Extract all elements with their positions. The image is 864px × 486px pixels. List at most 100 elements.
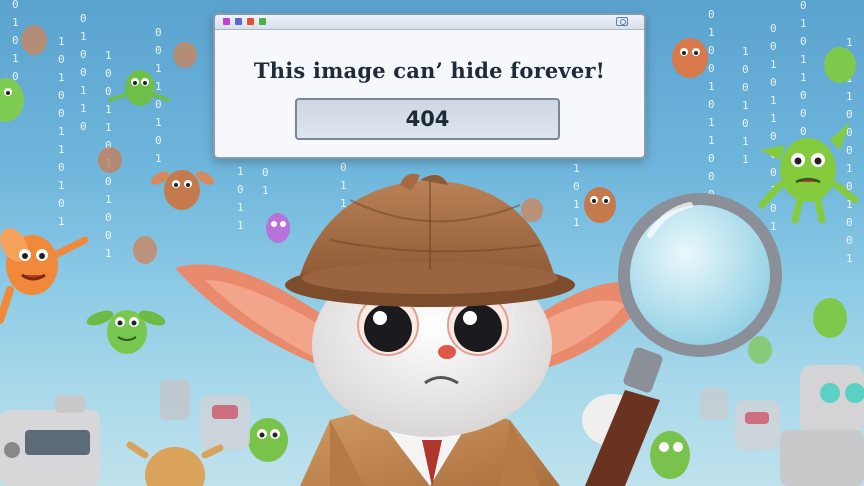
binary-digit: 0: [708, 170, 715, 183]
app-icon: [223, 18, 230, 25]
binary-digit: 1: [573, 198, 580, 211]
binary-digit: 1: [12, 52, 19, 65]
binary-digit: 0: [105, 85, 112, 98]
binary-digit: 0: [105, 175, 112, 188]
gremlin-topright-orange: [672, 38, 708, 78]
binary-digit: 0: [770, 76, 777, 89]
maximize-icon[interactable]: [616, 17, 628, 26]
binary-digit: 1: [105, 193, 112, 206]
binary-digit: 0: [846, 144, 853, 157]
binary-digit: 1: [237, 201, 244, 214]
binary-digit: 0: [80, 66, 87, 79]
gremlin-green-leftedge: [0, 78, 24, 122]
binary-digit: 0: [80, 12, 87, 25]
binary-digit: 1: [770, 94, 777, 107]
binary-digit: 1: [155, 116, 162, 129]
binary-digit: 1: [237, 165, 244, 178]
binary-digit: 0: [846, 234, 853, 247]
binary-digit: 0: [800, 125, 807, 138]
binary-digit: 1: [770, 58, 777, 71]
gremlin-bottom-left-tan: [126, 441, 224, 486]
gremlin-brown-1: [150, 170, 215, 210]
binary-digit: 1: [573, 162, 580, 175]
binary-digit: 0: [770, 166, 777, 179]
binary-digit: 1: [58, 71, 65, 84]
binary-digit: 0: [708, 62, 715, 75]
binary-digit: 0: [708, 44, 715, 57]
binary-digit: 0: [800, 35, 807, 48]
binary-digit: 1: [58, 35, 65, 48]
binary-digit: 1: [155, 152, 162, 165]
binary-digit: 0: [105, 211, 112, 224]
binary-digit: 1: [58, 143, 65, 156]
binary-digit: 0: [846, 216, 853, 229]
binary-digit: 1: [800, 17, 807, 30]
binary-digit: 0: [770, 22, 777, 35]
binary-digit: 1: [573, 216, 580, 229]
binary-digit: 1: [58, 215, 65, 228]
binary-digit: 0: [237, 183, 244, 196]
binary-digit: 0: [340, 161, 347, 174]
binary-digit: 0: [573, 180, 580, 193]
binary-digit: 0: [770, 130, 777, 143]
binary-digit: 1: [742, 135, 749, 148]
binary-digit: 1: [262, 184, 269, 197]
binary-digit: 1: [708, 26, 715, 39]
gremlin-orange-left: [0, 228, 89, 324]
binary-digit: 1: [58, 125, 65, 138]
binary-digit: 1: [708, 116, 715, 129]
binary-digit: 1: [708, 80, 715, 93]
dialog-titlebar: [215, 15, 644, 30]
robot-bottom-right: [780, 365, 864, 486]
ok-icon: [235, 18, 242, 25]
binary-digit: 0: [262, 166, 269, 179]
binary-digit: 0: [155, 98, 162, 111]
binary-digit: 0: [58, 197, 65, 210]
binary-digit: 0: [58, 107, 65, 120]
binary-digit: 1: [105, 121, 112, 134]
binary-digit: 0: [155, 44, 162, 57]
binary-digit: 1: [80, 84, 87, 97]
gremlin-brown-right: [584, 187, 616, 223]
binary-digit: 1: [105, 247, 112, 260]
robot-bottom-left: [0, 395, 100, 486]
binary-digit: 0: [800, 0, 807, 12]
binary-digit: 1: [846, 252, 853, 265]
binary-digit: 0: [155, 134, 162, 147]
binary-digit: 0: [770, 40, 777, 53]
gremlin-purple: [266, 213, 290, 243]
binary-digit: 1: [708, 134, 715, 147]
binary-digit: 0: [708, 152, 715, 165]
robot-right-mid: [700, 388, 780, 450]
binary-digit: 0: [800, 89, 807, 102]
error-code-field: 404: [295, 98, 560, 140]
binary-digit: 0: [58, 89, 65, 102]
binary-digit: 1: [105, 49, 112, 62]
binary-digit: 0: [742, 81, 749, 94]
binary-digit: 1: [80, 30, 87, 43]
error-dialog: This image can’ hide forever! 404: [213, 13, 646, 159]
binary-digit: 0: [105, 229, 112, 242]
gremlin-green-left: [86, 310, 166, 354]
binary-digit: 1: [340, 179, 347, 192]
binary-digit: 0: [105, 67, 112, 80]
scene: 0 1 0 1 0 0 1 0 1 0 0 1 1 0 1 0 1 0 1 0 0 1 1 0 1 0 0 1 1 0 1 0 1 0 0 1 0 0 1 1…: [0, 0, 864, 486]
binary-digit: 1: [800, 53, 807, 66]
binary-digit: 1: [155, 80, 162, 93]
binary-digit: 1: [770, 112, 777, 125]
error-message: This image can’ hide forever!: [253, 58, 606, 83]
binary-digit: 1: [12, 16, 19, 29]
binary-digit: 1: [58, 179, 65, 192]
binary-digit: 0: [708, 8, 715, 21]
binary-digit: 1: [80, 102, 87, 115]
binary-digit: 1: [846, 90, 853, 103]
binary-digit: 0: [770, 202, 777, 215]
binary-digit: 0: [155, 26, 162, 39]
binary-digit: 0: [12, 0, 19, 11]
binary-digit: 0: [80, 48, 87, 61]
binary-digit: 1: [846, 36, 853, 49]
binary-digit: 1: [155, 62, 162, 75]
binary-digit: 0: [846, 108, 853, 121]
binary-digit: 1: [770, 220, 777, 233]
warning-icon: [247, 18, 254, 25]
